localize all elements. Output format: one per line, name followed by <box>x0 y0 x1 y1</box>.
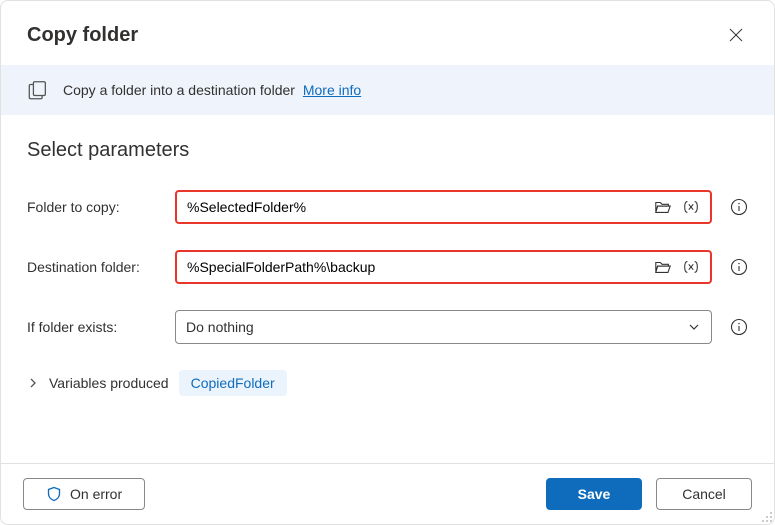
info-icon <box>730 318 748 336</box>
dialog-title: Copy folder <box>27 24 138 47</box>
info-banner: Copy a folder into a destination folder … <box>1 65 774 115</box>
input-icons <box>652 197 710 217</box>
row-destination-folder: Destination folder: <box>27 250 748 284</box>
input-wrapper-destination-folder <box>175 250 712 284</box>
variable-picker-button[interactable] <box>680 257 702 277</box>
banner-text-container: Copy a folder into a destination folder … <box>63 82 361 98</box>
variables-produced-label: Variables produced <box>49 375 169 391</box>
footer-right: Save Cancel <box>546 478 752 510</box>
variable-icon <box>682 199 700 215</box>
select-if-folder-exists[interactable]: Do nothing <box>175 310 712 344</box>
info-icon-if-folder-exists[interactable] <box>730 318 748 336</box>
variable-icon <box>682 259 700 275</box>
browse-folder-button[interactable] <box>652 197 674 217</box>
browse-folder-button[interactable] <box>652 257 674 277</box>
on-error-button[interactable]: On error <box>23 478 145 510</box>
close-icon <box>728 27 744 43</box>
chevron-down-icon <box>687 320 701 334</box>
variable-picker-button[interactable] <box>680 197 702 217</box>
info-icon <box>730 198 748 216</box>
copy-folder-icon <box>27 79 49 101</box>
label-if-folder-exists: If folder exists: <box>27 319 167 335</box>
info-icon-destination-folder[interactable] <box>730 258 748 276</box>
label-destination-folder: Destination folder: <box>27 259 167 275</box>
banner-text: Copy a folder into a destination folder <box>63 82 295 98</box>
dialog-footer: On error Save Cancel <box>1 463 774 524</box>
variables-produced-row[interactable]: Variables produced CopiedFolder <box>27 370 748 396</box>
input-icons <box>652 257 710 277</box>
variable-chip[interactable]: CopiedFolder <box>179 370 287 396</box>
folder-open-icon <box>654 199 672 215</box>
chevron-right-icon <box>27 377 39 389</box>
info-icon <box>730 258 748 276</box>
shield-icon <box>46 486 62 502</box>
select-value: Do nothing <box>186 319 687 335</box>
cancel-button[interactable]: Cancel <box>656 478 752 510</box>
close-button[interactable] <box>724 23 748 47</box>
save-button[interactable]: Save <box>546 478 642 510</box>
row-if-folder-exists: If folder exists: Do nothing <box>27 310 748 344</box>
on-error-label: On error <box>70 486 122 502</box>
input-wrapper-folder-to-copy <box>175 190 712 224</box>
section-title: Select parameters <box>27 139 748 162</box>
folder-open-icon <box>654 259 672 275</box>
row-folder-to-copy: Folder to copy: <box>27 190 748 224</box>
label-folder-to-copy: Folder to copy: <box>27 199 167 215</box>
more-info-link[interactable]: More info <box>303 82 361 98</box>
input-folder-to-copy[interactable] <box>177 192 652 222</box>
copy-folder-dialog: Copy folder Copy a folder into a destina… <box>0 0 775 525</box>
dialog-header: Copy folder <box>1 1 774 65</box>
resize-handle-icon[interactable] <box>761 511 773 523</box>
dialog-content: Select parameters Folder to copy: <box>1 115 774 463</box>
input-destination-folder[interactable] <box>177 252 652 282</box>
info-icon-folder-to-copy[interactable] <box>730 198 748 216</box>
